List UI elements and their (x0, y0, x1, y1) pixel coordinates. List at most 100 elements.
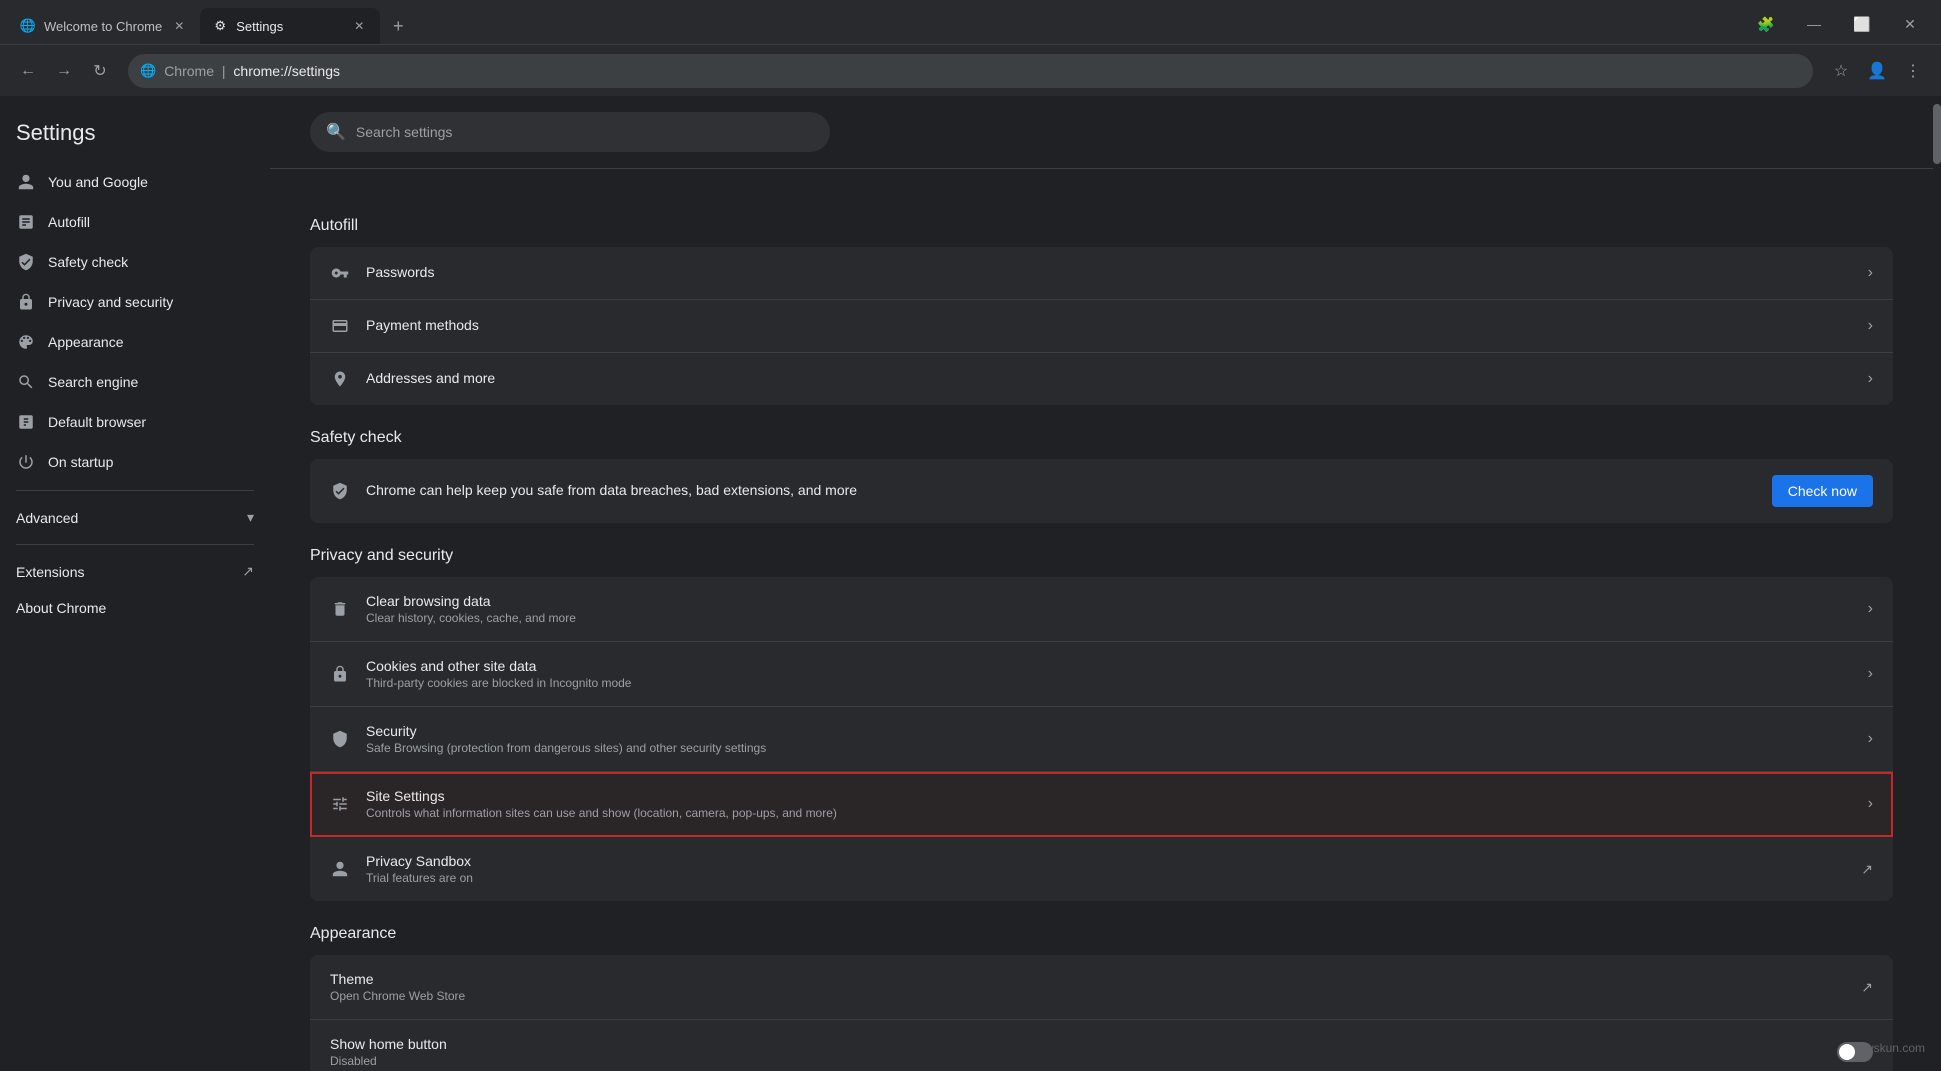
privacy-security-section-title: Privacy and security (310, 547, 1893, 565)
appearance-icon (16, 332, 36, 352)
autofill-card: Passwords › Payment methods › (310, 247, 1893, 405)
cookies-title: Cookies and other site data (366, 658, 1852, 674)
sidebar-item-about-chrome[interactable]: About Chrome (0, 590, 262, 626)
privacy-security-card: Clear browsing data Clear history, cooki… (310, 577, 1893, 901)
tab-welcome[interactable]: 🌐 Welcome to Chrome ✕ (8, 8, 200, 44)
sidebar-item-appearance[interactable]: Appearance (0, 322, 262, 362)
privacy-sandbox-icon (330, 859, 350, 879)
clear-browsing-data-row[interactable]: Clear browsing data Clear history, cooki… (310, 577, 1893, 642)
window-close-btn[interactable]: ✕ (1887, 8, 1933, 40)
theme-subtitle: Open Chrome Web Store (330, 989, 1845, 1003)
sidebar-item-appearance-label: Appearance (48, 334, 246, 350)
security-icon (330, 729, 350, 749)
search-engine-icon (16, 372, 36, 392)
sidebar-item-search-engine-label: Search engine (48, 374, 246, 390)
passwords-icon (330, 263, 350, 283)
page-content: Settings You and Google Autofill Safety … (0, 96, 1941, 1071)
check-now-button[interactable]: Check now (1772, 475, 1873, 507)
addresses-chevron: › (1868, 370, 1873, 388)
settings-header: 🔍 (270, 96, 1933, 169)
back-button[interactable]: ← (12, 55, 44, 87)
theme-row[interactable]: Theme Open Chrome Web Store ↗ (310, 955, 1893, 1020)
browser-controls: ← → ↻ 🌐 Chrome | chrome://settings ☆ 👤 ⋮ (0, 44, 1941, 96)
site-settings-row[interactable]: Site Settings Controls what information … (310, 772, 1893, 837)
passwords-row[interactable]: Passwords › (310, 247, 1893, 300)
sidebar-divider (16, 490, 254, 491)
sidebar-item-autofill[interactable]: Autofill (0, 202, 262, 242)
search-icon: 🔍 (326, 122, 346, 142)
watermark: wskun.com (1865, 1041, 1925, 1055)
safety-check-card: Chrome can help keep you safe from data … (310, 459, 1893, 523)
security-chevron: › (1868, 730, 1873, 748)
sidebar-item-privacy-security[interactable]: Privacy and security (0, 282, 262, 322)
sidebar-item-safety-check[interactable]: Safety check (0, 242, 262, 282)
address-domain: Chrome (164, 63, 214, 79)
site-settings-title: Site Settings (366, 788, 1852, 804)
window-extensions-btn[interactable]: 🧩 (1743, 8, 1789, 40)
sidebar-item-you-and-google-label: You and Google (48, 174, 246, 190)
sidebar-item-privacy-label: Privacy and security (48, 294, 246, 310)
sidebar-item-autofill-label: Autofill (48, 214, 246, 230)
search-bar[interactable]: 🔍 (310, 112, 830, 152)
site-settings-chevron: › (1868, 795, 1873, 813)
new-tab-button[interactable]: + (384, 12, 412, 40)
forward-button[interactable]: → (48, 55, 80, 87)
autofill-icon (16, 212, 36, 232)
sidebar-item-default-browser[interactable]: Default browser (0, 402, 262, 442)
address-protocol-icon: 🌐 (140, 63, 156, 79)
theme-title: Theme (330, 971, 1845, 987)
extensions-external-icon: ↗ (242, 563, 254, 580)
address-path: chrome://settings (233, 63, 340, 79)
site-settings-content: Site Settings Controls what information … (366, 788, 1852, 820)
security-subtitle: Safe Browsing (protection from dangerous… (366, 741, 1852, 755)
sidebar-advanced-header[interactable]: Advanced ▾ (0, 499, 270, 536)
tab-settings[interactable]: ⚙ Settings ✕ (200, 8, 380, 44)
tab-settings-label: Settings (236, 19, 342, 34)
profile-button[interactable]: 👤 (1861, 55, 1893, 87)
payment-content: Payment methods (366, 317, 1852, 335)
addresses-row[interactable]: Addresses and more › (310, 353, 1893, 405)
passwords-title: Passwords (366, 264, 1852, 280)
settings-content: Autofill Passwords › (270, 169, 1933, 1071)
privacy-sandbox-subtitle: Trial features are on (366, 871, 1845, 885)
address-bar[interactable]: 🌐 Chrome | chrome://settings (128, 54, 1813, 88)
address-text: Chrome | chrome://settings (164, 63, 340, 79)
addresses-content: Addresses and more (366, 370, 1852, 388)
sidebar-item-on-startup[interactable]: On startup (0, 442, 262, 482)
sidebar-item-search-engine[interactable]: Search engine (0, 362, 262, 402)
tab-welcome-close[interactable]: ✕ (170, 17, 188, 35)
cookies-subtitle: Third-party cookies are blocked in Incog… (366, 676, 1852, 690)
address-separator: | (218, 63, 229, 79)
tab-settings-close[interactable]: ✕ (350, 17, 368, 35)
window-minimize-btn[interactable]: — (1791, 8, 1837, 40)
tab-bar: 🌐 Welcome to Chrome ✕ ⚙ Settings ✕ + 🧩 —… (0, 0, 1941, 44)
cookies-row[interactable]: Cookies and other site data Third-party … (310, 642, 1893, 707)
scrollbar-track[interactable] (1933, 96, 1941, 1071)
refresh-button[interactable]: ↻ (84, 55, 116, 87)
sidebar-item-extensions[interactable]: Extensions ↗ (0, 553, 270, 590)
on-startup-icon (16, 452, 36, 472)
privacy-sandbox-content: Privacy Sandbox Trial features are on (366, 853, 1845, 885)
security-title: Security (366, 723, 1852, 739)
scrollbar-thumb[interactable] (1933, 104, 1941, 164)
appearance-section-title: Appearance (310, 925, 1893, 943)
menu-button[interactable]: ⋮ (1897, 55, 1929, 87)
safety-check-section-title: Safety check (310, 429, 1893, 447)
clear-data-chevron: › (1868, 600, 1873, 618)
security-row[interactable]: Security Safe Browsing (protection from … (310, 707, 1893, 772)
privacy-sandbox-row[interactable]: Privacy Sandbox Trial features are on ↗ (310, 837, 1893, 901)
sidebar-item-you-and-google[interactable]: You and Google (0, 162, 262, 202)
cookies-chevron: › (1868, 665, 1873, 683)
privacy-icon (16, 292, 36, 312)
payment-methods-row[interactable]: Payment methods › (310, 300, 1893, 353)
clear-data-content: Clear browsing data Clear history, cooki… (366, 593, 1852, 625)
person-icon (16, 172, 36, 192)
search-input[interactable] (356, 124, 814, 140)
sidebar-item-safety-check-label: Safety check (48, 254, 246, 270)
safety-check-row: Chrome can help keep you safe from data … (310, 459, 1893, 523)
window-maximize-btn[interactable]: ⬜ (1839, 8, 1885, 40)
bookmark-button[interactable]: ☆ (1825, 55, 1857, 87)
default-browser-icon (16, 412, 36, 432)
show-home-button-row[interactable]: Show home button Disabled (310, 1020, 1893, 1071)
theme-external: ↗ (1861, 979, 1873, 996)
